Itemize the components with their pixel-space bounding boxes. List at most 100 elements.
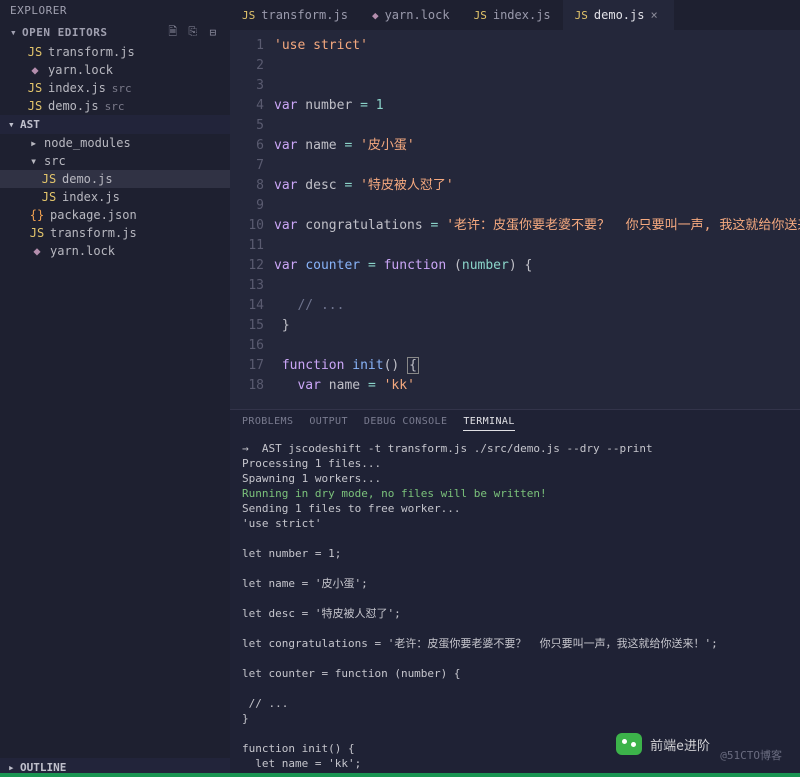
open-editor-item[interactable]: JS demo.js src (0, 97, 230, 115)
save-all-icon[interactable]: ⎘ (186, 25, 200, 39)
line-number: 3 (230, 76, 264, 96)
code-editor[interactable]: 123456789101112131415161718 'use strict'… (230, 30, 800, 409)
terminal-line: let counter = function (number) { (242, 666, 788, 681)
terminal-line: let number = 1; (242, 546, 788, 561)
file-item[interactable]: {}package.json (0, 206, 230, 224)
tab-problems[interactable]: PROBLEMS (242, 416, 293, 431)
line-number: 9 (230, 196, 264, 216)
file-icon: JS (42, 190, 56, 204)
tab-label: index.js (493, 8, 551, 22)
file-icon: JS (28, 45, 42, 59)
file-icon: JS (575, 9, 588, 22)
terminal-line (242, 591, 788, 606)
code-line[interactable] (274, 236, 800, 256)
editor-tabs: JS transform.js ◆yarn.lock JS index.js JSdemo… (230, 0, 800, 30)
terminal-line: let desc = '特皮被人怼了'; (242, 606, 788, 621)
terminal-line (242, 531, 788, 546)
file-item[interactable]: ◆yarn.lock (0, 242, 230, 260)
wechat-label: 前端e进阶 (650, 735, 710, 754)
code-line[interactable] (274, 336, 800, 356)
tab-label: transform.js (261, 8, 348, 22)
terminal-line: Spawning 1 workers... (242, 471, 788, 486)
code-line[interactable]: // ... (274, 296, 800, 316)
code-line[interactable] (274, 196, 800, 216)
code-line[interactable] (274, 76, 800, 96)
file-label: transform.js (48, 45, 135, 59)
code-line[interactable]: 'use strict' (274, 36, 800, 56)
line-number: 5 (230, 116, 264, 136)
editor-tab[interactable]: JSdemo.js× (563, 0, 675, 30)
open-editors-title: ▾ OPEN EDITORS (10, 26, 107, 39)
terminal-line (242, 681, 788, 696)
explorer-label: EXPLORER (10, 4, 67, 17)
tab-terminal[interactable]: TERMINAL (463, 416, 514, 431)
terminal-line: → AST jscodeshift -t transform.js ./src/… (242, 441, 788, 456)
line-number: 11 (230, 236, 264, 256)
code-line[interactable] (274, 56, 800, 76)
file-item[interactable]: JSdemo.js (0, 170, 230, 188)
terminal-line (242, 621, 788, 636)
file-label: transform.js (50, 226, 137, 240)
watermark: @51CTO博客 (720, 747, 782, 763)
code-line[interactable]: var desc = '特皮被人怼了' (274, 176, 800, 196)
tab-output[interactable]: OUTPUT (309, 416, 348, 431)
code-line[interactable]: var congratulations = '老许：皮蛋你要老婆不要？ 你只要叫… (274, 216, 800, 236)
file-path-dim: src (105, 100, 125, 113)
file-icon: ◆ (28, 63, 42, 77)
file-tree: ▸node_modules▾srcJSdemo.jsJSindex.js{}pa… (0, 134, 230, 260)
code-content[interactable]: 'use strict' var number = 1 var name = '… (274, 30, 800, 409)
line-number: 17 (230, 356, 264, 376)
code-line[interactable]: function init() { (274, 356, 800, 376)
editor-tab[interactable]: ◆yarn.lock (360, 0, 462, 30)
explorer-header: EXPLORER (0, 0, 230, 21)
editor-tab[interactable]: JS index.js (462, 0, 563, 30)
terminal-line: let name = '皮小蛋'; (242, 576, 788, 591)
chevron-icon: ▸ (30, 136, 38, 150)
file-icon: JS (474, 9, 487, 22)
file-item[interactable]: JStransform.js (0, 224, 230, 242)
code-line[interactable]: var name = 'kk' (274, 376, 800, 396)
terminal-line: Sending 1 files to free worker... (242, 501, 788, 516)
open-editors-list: JS transform.js ◆yarn.lock JSindex.js src… (0, 43, 230, 115)
file-path-dim: src (112, 82, 132, 95)
line-number: 18 (230, 376, 264, 396)
project-header[interactable]: ▾ AST (0, 115, 230, 134)
code-line[interactable]: var name = '皮小蛋' (274, 136, 800, 156)
file-label: demo.js (48, 99, 99, 113)
code-line[interactable] (274, 276, 800, 296)
terminal-line: let congratulations = '老许：皮蛋你要老婆不要？ 你只要叫… (242, 636, 788, 651)
tab-label: yarn.lock (385, 8, 450, 22)
line-number: 14 (230, 296, 264, 316)
new-file-icon[interactable]: 🗎 (166, 25, 180, 39)
file-item[interactable]: JSindex.js (0, 188, 230, 206)
code-line[interactable]: var counter = function (number) { (274, 256, 800, 276)
folder-item[interactable]: ▸node_modules (0, 134, 230, 152)
open-editor-item[interactable]: JS transform.js (0, 43, 230, 61)
wechat-badge: 前端e进阶 (616, 733, 710, 755)
folder-item[interactable]: ▾src (0, 152, 230, 170)
tab-debug-console[interactable]: DEBUG CONSOLE (364, 416, 447, 431)
line-number: 15 (230, 316, 264, 336)
terminal-line: Processing 1 files... (242, 456, 788, 471)
open-editors-actions: 🗎 ⎘ ⊟ (166, 25, 220, 39)
code-line[interactable]: var number = 1 (274, 96, 800, 116)
file-icon: JS (42, 172, 56, 186)
panel-tabs: PROBLEMS OUTPUT DEBUG CONSOLE TERMINAL (230, 410, 800, 437)
open-editor-item[interactable]: ◆yarn.lock (0, 61, 230, 79)
terminal-output[interactable]: → AST jscodeshift -t transform.js ./src/… (230, 437, 800, 777)
line-number: 4 (230, 96, 264, 116)
code-line[interactable]: } (274, 316, 800, 336)
close-all-icon[interactable]: ⊟ (206, 25, 220, 39)
line-number: 1 (230, 36, 264, 56)
open-editor-item[interactable]: JSindex.js src (0, 79, 230, 97)
code-line[interactable] (274, 156, 800, 176)
close-icon[interactable]: × (650, 8, 662, 22)
editor-tab[interactable]: JS transform.js (230, 0, 360, 30)
code-line[interactable] (274, 116, 800, 136)
file-icon: JS (242, 9, 255, 22)
file-label: package.json (50, 208, 137, 222)
open-editors-header[interactable]: ▾ OPEN EDITORS 🗎 ⎘ ⊟ (0, 21, 230, 43)
line-number: 6 (230, 136, 264, 156)
file-icon: JS (28, 99, 42, 113)
main-area: JS transform.js ◆yarn.lock JS index.js JSdemo… (230, 0, 800, 777)
